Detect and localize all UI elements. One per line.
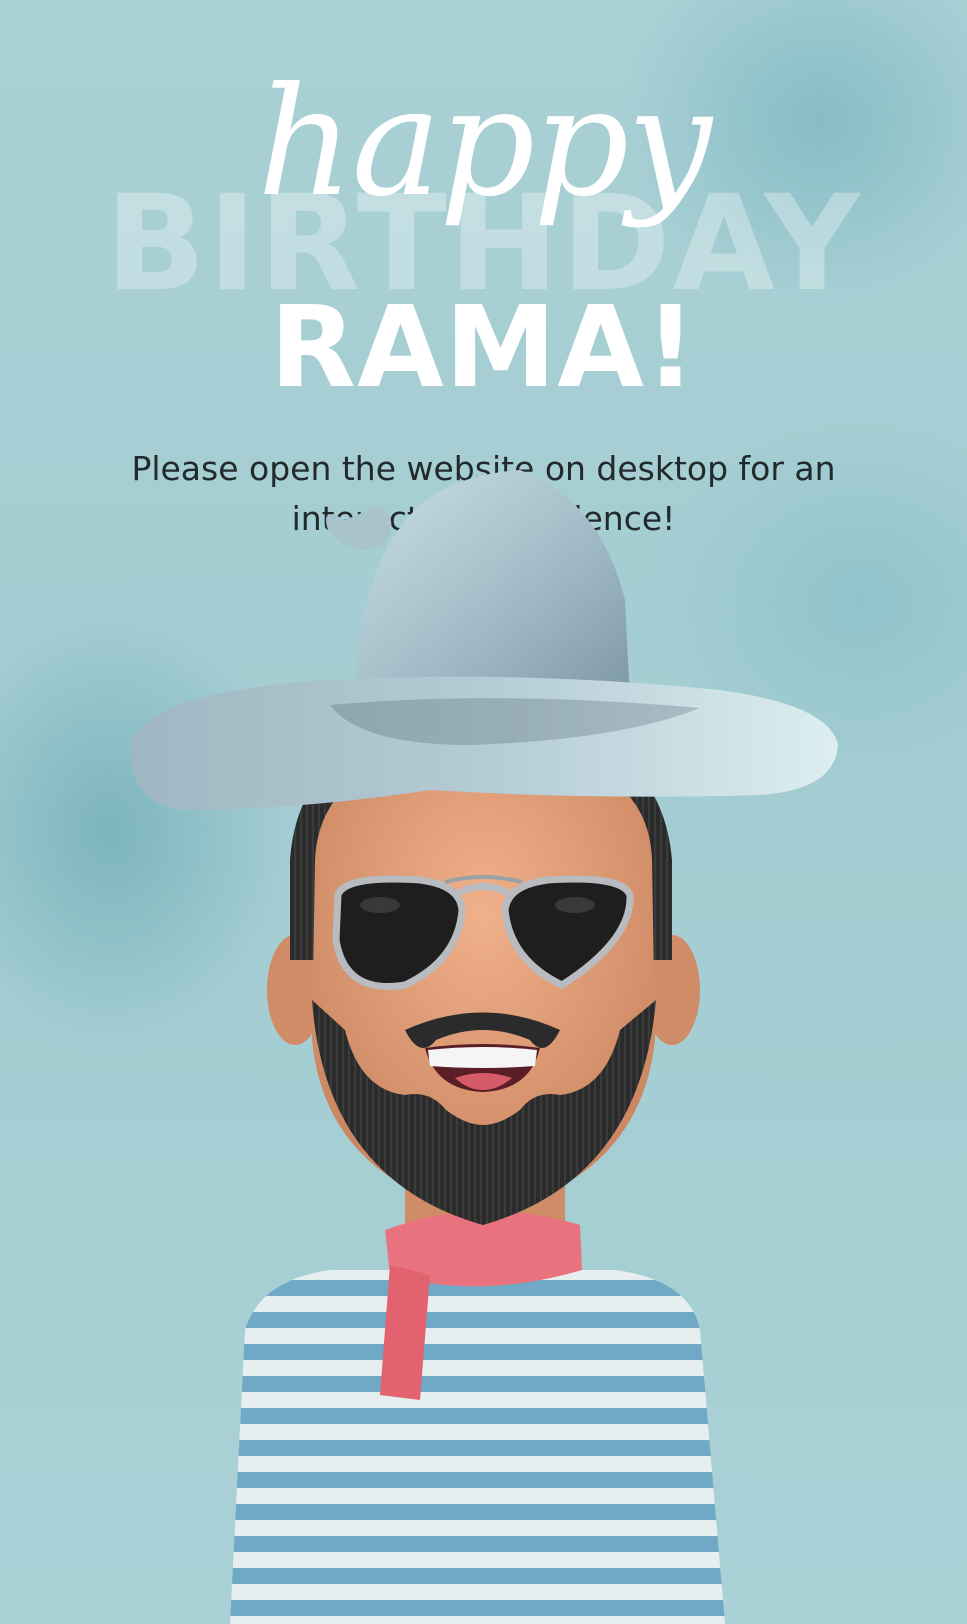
bearded-man-avatar-icon — [129, 470, 839, 1624]
striped-shirt — [230, 1270, 725, 1624]
wizard-hat — [129, 470, 839, 810]
